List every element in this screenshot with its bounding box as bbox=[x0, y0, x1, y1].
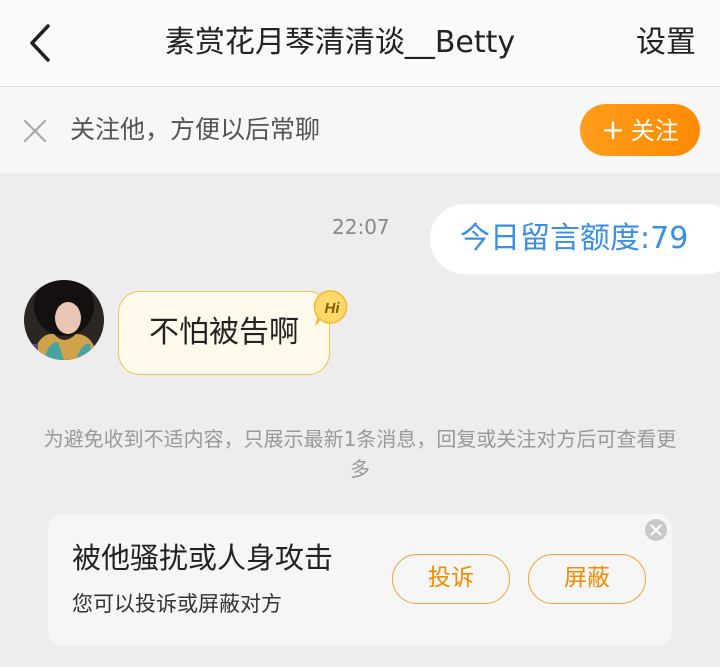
incoming-message-bubble: 不怕被告啊 bbox=[118, 291, 330, 375]
report-card-subtitle: 您可以投诉或屏蔽对方 bbox=[72, 592, 282, 616]
follow-button[interactable]: + 关注 bbox=[580, 104, 700, 156]
close-icon[interactable] bbox=[22, 118, 48, 144]
follow-button-label: 关注 bbox=[630, 117, 679, 145]
report-card-title: 被他骚扰或人身攻击 bbox=[72, 541, 334, 575]
hi-badge-text: Hi bbox=[325, 300, 341, 317]
user-avatar[interactable] bbox=[24, 280, 104, 360]
plus-icon: + bbox=[601, 113, 625, 146]
message-timestamp: 22:07 bbox=[332, 215, 390, 239]
close-circle-icon[interactable] bbox=[644, 518, 668, 542]
block-button[interactable]: 屏蔽 bbox=[528, 554, 646, 604]
notice-text: 为避免收到不适内容，只展示最新1条消息，回复或关注对方后可查看更多 bbox=[43, 427, 677, 481]
report-button[interactable]: 投诉 bbox=[392, 554, 510, 604]
follow-prompt-text: 关注他，方便以后常聊 bbox=[70, 115, 321, 144]
settings-button[interactable]: 设置 bbox=[636, 22, 696, 64]
hi-badge-icon: Hi bbox=[312, 288, 352, 328]
outgoing-message-bubble: 今日留言额度:79 bbox=[430, 204, 720, 274]
chat-title: 素赏花月琴清清谈__Betty bbox=[164, 25, 516, 60]
chevron-left-icon[interactable] bbox=[22, 22, 62, 64]
